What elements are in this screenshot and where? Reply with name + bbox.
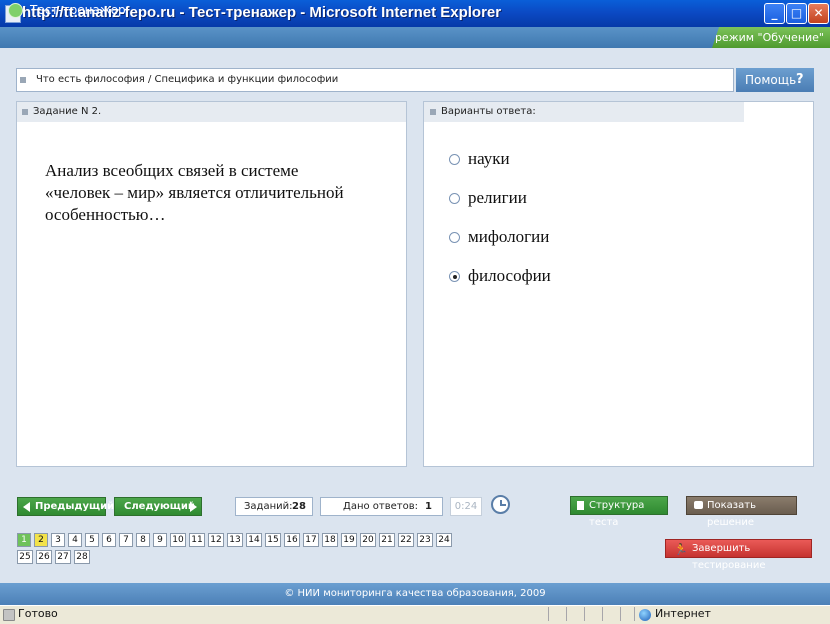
answer-label: религии [468, 188, 527, 207]
divider [548, 607, 549, 621]
radio-button[interactable] [449, 232, 460, 243]
task-number-cell[interactable]: 8 [136, 533, 150, 547]
show-solution-label: Показать решение [707, 500, 756, 528]
answer-option[interactable]: мифологии [448, 226, 748, 250]
task-number-cell[interactable]: 22 [398, 533, 414, 547]
task-number-cell[interactable]: 6 [102, 533, 116, 547]
structure-button[interactable]: Структура теста [570, 496, 668, 528]
question-text: Анализ всеобщих связей в системе «челове… [45, 161, 344, 224]
answer-label: философии [468, 266, 551, 285]
app-title: Тест-тренажер [30, 3, 126, 17]
mode-badge: режим "Обучение" [712, 27, 830, 48]
task-number-cell[interactable]: 7 [119, 533, 133, 547]
divider [620, 607, 621, 621]
divider [584, 607, 585, 621]
clock-icon [491, 495, 510, 514]
topic-breadcrumb: Что есть философия / Специфика и функции… [36, 74, 339, 85]
answers-count-label: Дано ответов: [343, 501, 418, 512]
next-label: Следующий [124, 501, 195, 512]
book-icon [694, 501, 703, 509]
task-number-cell[interactable]: 15 [265, 533, 281, 547]
task-number-cell[interactable]: 20 [360, 533, 376, 547]
task-number-cell[interactable]: 3 [51, 533, 65, 547]
task-number-cell[interactable]: 28 [74, 550, 90, 564]
previous-label: Предыдущий [35, 501, 115, 512]
answer-label: науки [468, 149, 510, 168]
task-number-grid: 1 2 3 4 5 6 7 8 9 10 11 12 13 14 15 16 17 18 19 20 21 22 23 24 2… [17, 533, 467, 567]
answer-option[interactable]: религии [448, 187, 748, 211]
previous-button[interactable]: Предыдущий [17, 497, 114, 516]
running-man-icon: 🏃 [674, 543, 688, 556]
show-solution-button[interactable]: Показать решение [686, 496, 797, 528]
page-done-icon [3, 609, 15, 621]
task-number-cell[interactable]: 10 [170, 533, 186, 547]
task-number-cell[interactable]: 19 [341, 533, 357, 547]
zone-text: Интернет [655, 607, 711, 620]
tasks-count-value: 28 [292, 501, 306, 512]
finish-test-button[interactable]: 🏃 Завершить тестирование [665, 539, 812, 571]
status-text: Готово [18, 607, 58, 620]
internet-globe-icon [639, 609, 651, 621]
task-number-cell[interactable]: 24 [436, 533, 452, 547]
task-number-cell[interactable]: 27 [55, 550, 71, 564]
app-header [0, 27, 830, 49]
divider [634, 607, 635, 621]
answer-option[interactable]: философии [448, 265, 748, 289]
task-number: Задание N 2. [33, 106, 102, 117]
task-number-cell[interactable]: 4 [68, 533, 82, 547]
bullet-icon [430, 109, 436, 115]
close-window-button[interactable]: ✕ [808, 3, 829, 24]
task-number-cell[interactable]: 1 [17, 533, 31, 547]
divider [602, 607, 603, 621]
help-label: Помощь [745, 73, 797, 87]
task-number-cell[interactable]: 26 [36, 550, 52, 564]
app-logo-icon [8, 3, 23, 18]
next-button[interactable]: Следующий [114, 497, 202, 516]
arrow-right-icon [190, 502, 197, 512]
radio-button[interactable] [449, 193, 460, 204]
help-question-icon: ? [796, 72, 804, 87]
footer-copyright: © НИИ мониторинга качества образования, … [0, 583, 830, 605]
task-number-cell[interactable]: 14 [246, 533, 262, 547]
task-number-cell[interactable]: 23 [417, 533, 433, 547]
task-number-cell[interactable]: 25 [17, 550, 33, 564]
answers-count-value: 1 [425, 501, 432, 512]
task-number-cell[interactable]: 21 [379, 533, 395, 547]
divider [566, 607, 567, 621]
tasks-count-box: Заданий: 28 [235, 497, 313, 516]
task-number-cell[interactable]: 13 [227, 533, 243, 547]
radio-button[interactable] [449, 154, 460, 165]
maximize-button[interactable]: □ [786, 3, 807, 24]
arrow-left-icon [23, 502, 30, 512]
task-number-cell[interactable]: 18 [322, 533, 338, 547]
bullet-icon [22, 109, 28, 115]
radio-selected-dot [453, 275, 457, 279]
answer-label: мифологии [468, 227, 550, 246]
answer-option[interactable]: науки [448, 148, 748, 172]
minimize-button[interactable]: _ [764, 3, 785, 24]
task-number-cell[interactable]: 17 [303, 533, 319, 547]
task-panel [16, 101, 407, 467]
finish-label: Завершить тестирование [692, 543, 766, 571]
tasks-count-label: Заданий: [244, 501, 293, 512]
task-number-cell[interactable]: 16 [284, 533, 300, 547]
radio-button-selected[interactable] [449, 271, 460, 282]
task-number-cell[interactable]: 2 [34, 533, 48, 547]
answers-count-box: Дано ответов: 1 [320, 497, 443, 516]
task-number-cell[interactable]: 12 [208, 533, 224, 547]
answers-header: Варианты ответа: [441, 106, 536, 117]
task-number-cell[interactable]: 5 [85, 533, 99, 547]
timer-display: 0:24 [450, 497, 482, 516]
task-number-cell[interactable]: 11 [189, 533, 205, 547]
structure-label: Структура теста [589, 500, 645, 528]
bullet-icon [20, 77, 26, 83]
task-number-cell[interactable]: 9 [153, 533, 167, 547]
document-icon [577, 501, 584, 510]
